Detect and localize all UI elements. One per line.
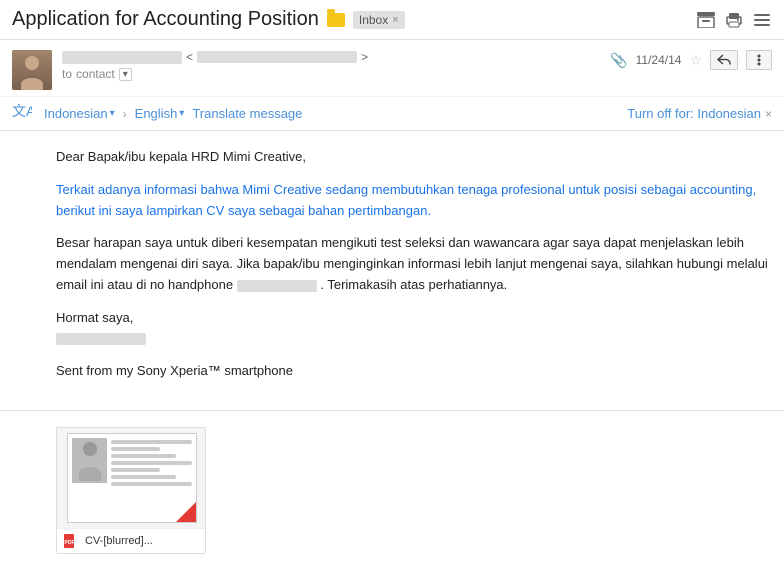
sender-name-row: < >	[62, 50, 610, 64]
turn-off-translate[interactable]: Turn off for: Indonesian ×	[627, 106, 772, 121]
more-actions-button[interactable]	[746, 50, 772, 70]
target-lang-label: English	[135, 106, 178, 121]
attachment-area: PDF CV-[blurred]...	[0, 419, 784, 570]
paragraph2: Besar harapan saya untuk diberi kesempat…	[56, 233, 768, 295]
inbox-tag[interactable]: Inbox ×	[353, 11, 405, 29]
email-header-bar: Application for Accounting Position Inbo…	[0, 0, 784, 40]
more-button[interactable]	[752, 10, 772, 30]
cv-line-3	[111, 454, 176, 458]
email-date: 11/24/14	[636, 53, 682, 67]
cv-line-5	[111, 468, 160, 472]
turn-off-close[interactable]: ×	[765, 107, 772, 121]
cv-preview-inner	[67, 433, 197, 523]
sent-from: Sent from my Sony Xperia™ smartphone	[56, 361, 768, 382]
pdf-corner-fold	[176, 502, 196, 522]
sender-email-close-bracket: >	[361, 50, 368, 64]
print-button[interactable]	[724, 10, 744, 30]
cv-line-2	[111, 447, 160, 451]
body-divider	[0, 410, 784, 411]
translate-icon: 文A	[12, 103, 32, 124]
source-lang-arrow: ▾	[110, 108, 115, 119]
target-lang-button[interactable]: English ▾	[135, 106, 185, 121]
email-body: Dear Bapak/ibu kepala HRD Mimi Creative,…	[0, 131, 784, 402]
cv-line-7	[111, 482, 192, 486]
translate-bar: 文A Indonesian ▾ › English ▾ Translate me…	[0, 97, 784, 131]
translate-message-link[interactable]: Translate message	[192, 106, 302, 121]
target-lang-arrow: ▾	[179, 108, 184, 119]
attachment-icon: 📎	[610, 52, 627, 69]
sender-row: < > to contact ▾ 📎 11/24/14 ☆	[0, 40, 784, 97]
reply-button[interactable]	[710, 50, 738, 70]
lang-direction-arrow: ›	[123, 107, 127, 121]
svg-text:文A: 文A	[12, 103, 32, 119]
sender-email	[197, 51, 357, 63]
to-contact-row: to contact ▾	[62, 67, 610, 81]
star-button[interactable]: ☆	[689, 52, 702, 69]
paragraph1: Terkait adanya informasi bahwa Mimi Crea…	[56, 180, 768, 222]
folder-icon[interactable]	[327, 13, 345, 27]
inbox-tag-label: Inbox	[359, 13, 388, 27]
greeting: Dear Bapak/ibu kepala HRD Mimi Creative,	[56, 147, 768, 168]
svg-text:PDF: PDF	[65, 540, 75, 546]
attachment-footer: PDF CV-[blurred]...	[57, 528, 205, 553]
avatar-image	[12, 50, 52, 90]
archive-button[interactable]	[696, 10, 716, 30]
source-lang-label: Indonesian	[44, 106, 108, 121]
attachment-preview	[57, 428, 206, 528]
email-title: Application for Accounting Position	[12, 8, 319, 31]
phone-number-blurred	[237, 280, 317, 292]
header-actions	[696, 10, 772, 30]
closing: Hormat saya,	[56, 308, 768, 350]
contact-dropdown[interactable]: ▾	[119, 68, 132, 81]
attachment-filename: CV-[blurred]...	[85, 535, 153, 547]
cv-line-1	[111, 440, 192, 444]
signature-name-blurred	[56, 333, 146, 345]
cv-photo-placeholder	[72, 438, 107, 483]
sender-name	[62, 51, 182, 64]
pdf-file-icon: PDF	[63, 533, 79, 549]
turn-off-label: Turn off for: Indonesian	[627, 106, 761, 121]
sender-info: < > to contact ▾	[62, 50, 610, 81]
avatar	[12, 50, 52, 90]
sender-meta: 📎 11/24/14 ☆	[610, 50, 772, 70]
inbox-tag-close[interactable]: ×	[392, 14, 398, 26]
sender-email-brackets: <	[186, 50, 193, 64]
attachment-thumbnail[interactable]: PDF CV-[blurred]...	[56, 427, 206, 554]
to-label: to	[62, 67, 72, 81]
cv-line-6	[111, 475, 176, 479]
source-lang-button[interactable]: Indonesian ▾	[44, 106, 115, 121]
contact-label: contact	[76, 67, 115, 81]
cv-line-4	[111, 461, 192, 465]
